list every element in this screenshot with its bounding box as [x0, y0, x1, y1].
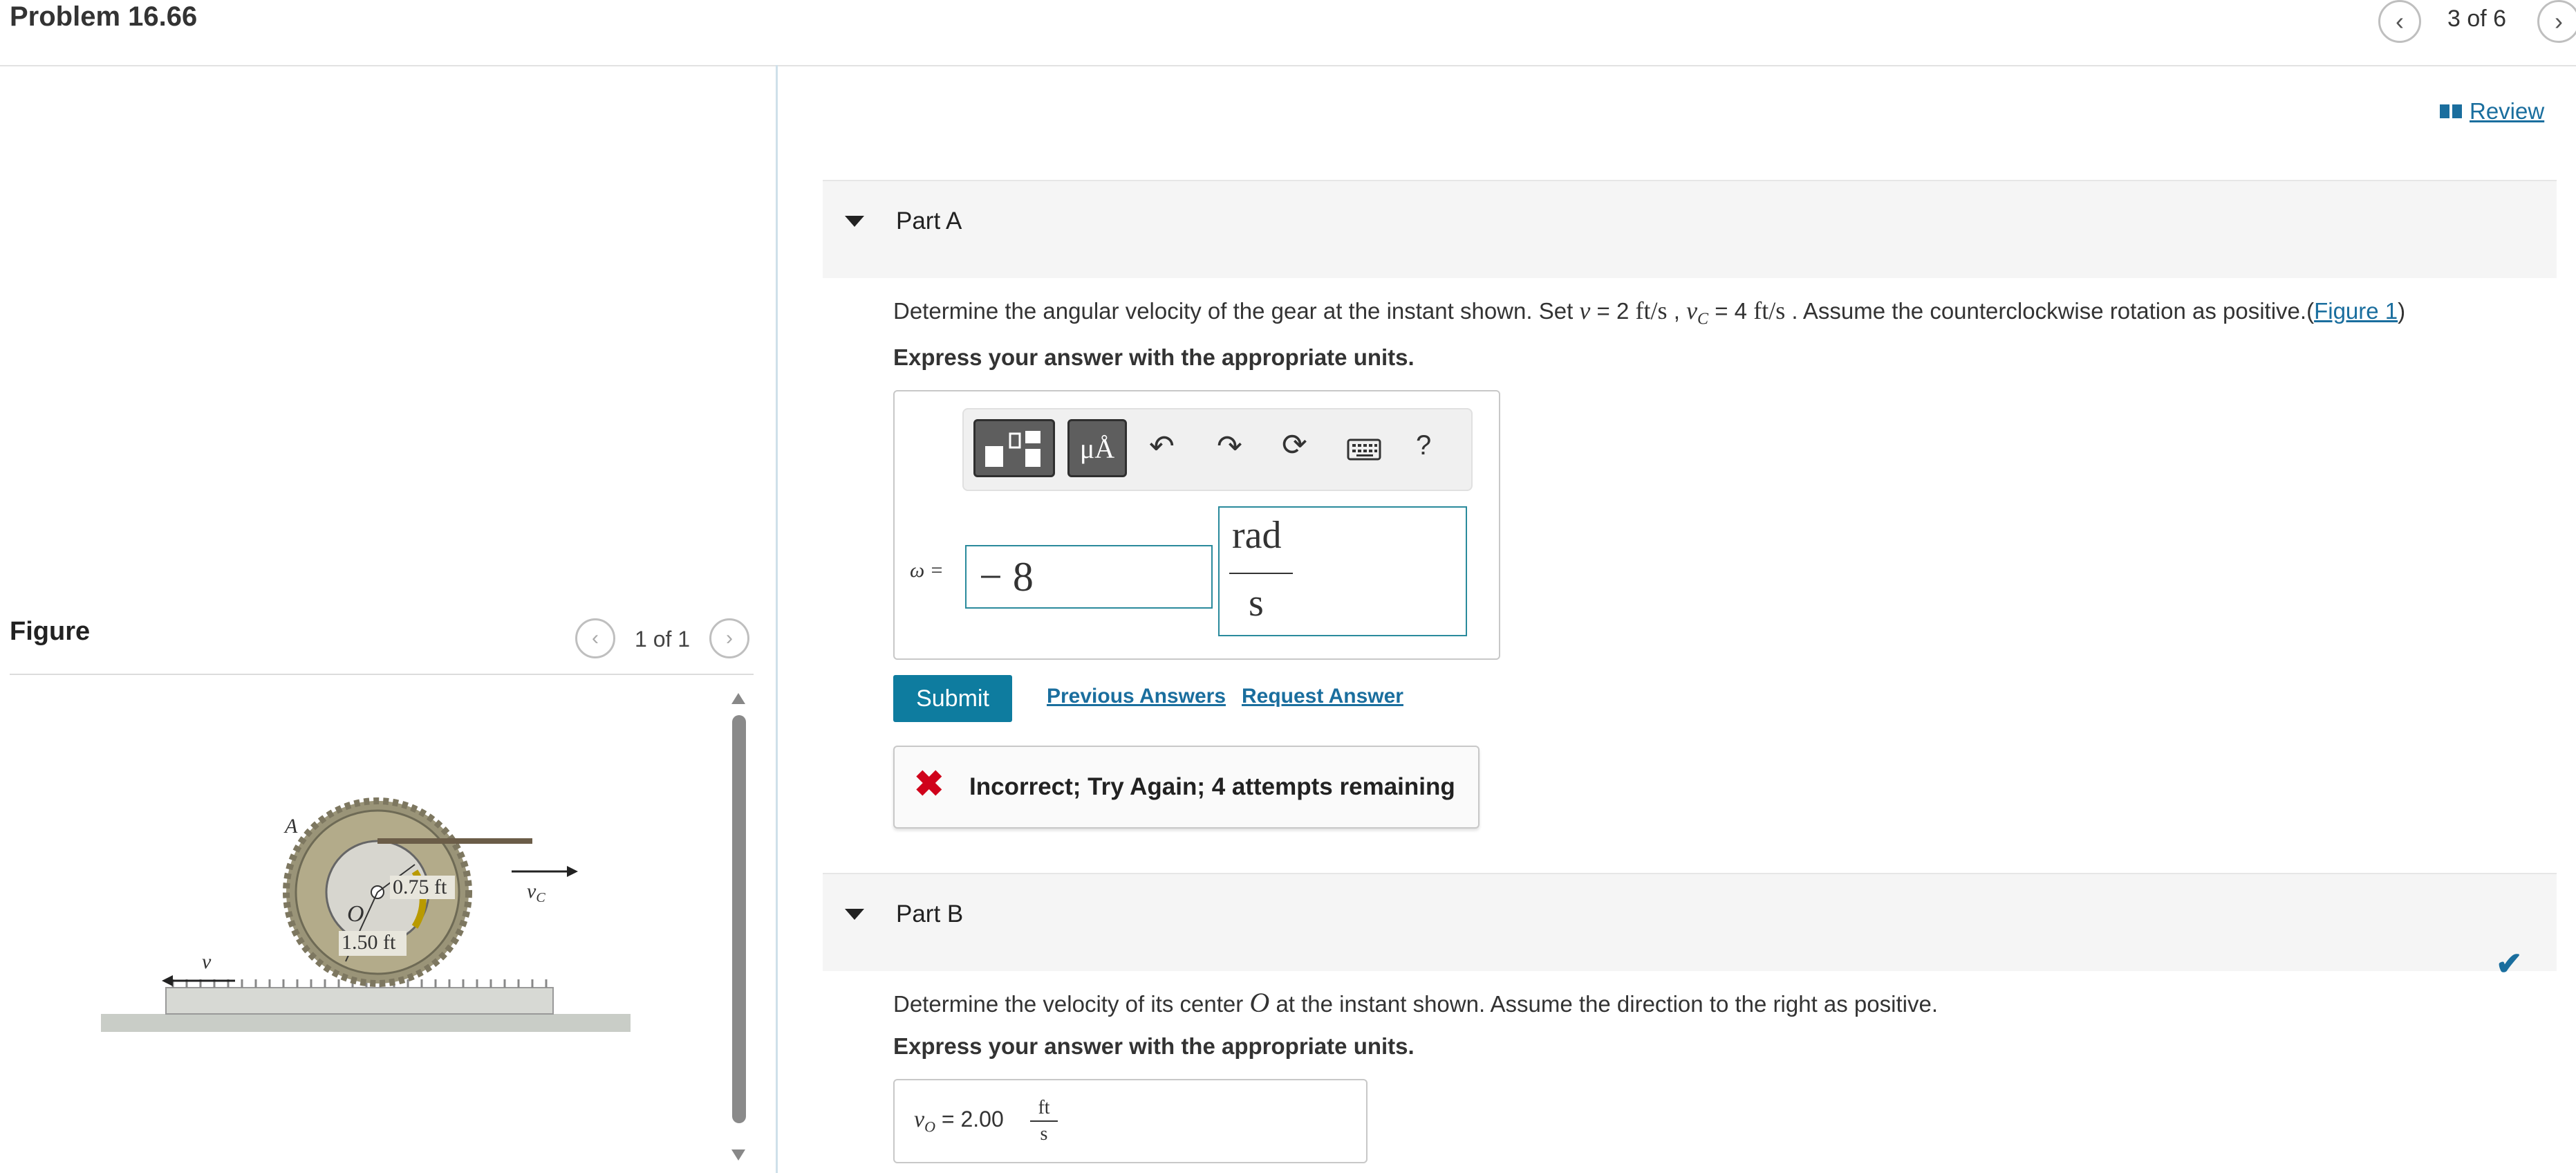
collapse-caret-icon[interactable]: [845, 216, 864, 227]
incorrect-x-icon: ✖: [914, 764, 944, 804]
vc-label: vC: [527, 880, 545, 905]
unit-numerator: rad: [1232, 514, 1282, 557]
part-a-title: Part A: [896, 207, 962, 234]
submit-button[interactable]: Submit: [893, 675, 1012, 722]
request-answer-link[interactable]: Request Answer: [1242, 685, 1403, 708]
ground-slab: [101, 1014, 631, 1032]
v-label: v: [202, 950, 212, 973]
templates-icon: [985, 431, 1040, 467]
part-a-question: Determine the angular velocity of the ge…: [893, 297, 2406, 329]
figure-separator: [10, 674, 754, 675]
figure-1-link[interactable]: Figure 1: [2314, 298, 2398, 324]
part-a-instruction: Express your answer with the appropriate…: [893, 344, 1415, 370]
v-arrowhead: [162, 975, 173, 986]
figure-pager: 1 of 1: [635, 627, 691, 652]
feedback-box: ✖ Incorrect; Try Again; 4 attempts remai…: [893, 746, 1480, 829]
scroll-down-icon[interactable]: [731, 1149, 745, 1161]
chevron-left-icon: ‹: [592, 627, 599, 649]
problem-title: Problem 16.66: [10, 1, 198, 32]
scroll-up-icon[interactable]: [731, 693, 745, 704]
next-problem-button[interactable]: ›: [2537, 0, 2576, 43]
gear-figure: A O 0.75 ft 1.50 ft v vC: [101, 797, 631, 1032]
velocity-unit: ft s: [1030, 1097, 1058, 1145]
scrollbar-thumb[interactable]: [732, 715, 746, 1123]
figure-prev-button[interactable]: ‹: [575, 618, 615, 658]
figure-next-button[interactable]: ›: [709, 618, 749, 658]
velocity-answer: vO = 2.00: [914, 1107, 1004, 1136]
part-b-instruction: Express your answer with the appropriate…: [893, 1033, 1415, 1059]
part-b-title: Part B: [896, 900, 964, 927]
templates-button[interactable]: [973, 419, 1055, 477]
units-icon: μÅ: [1079, 432, 1115, 464]
angular-velocity-input[interactable]: − 8: [965, 545, 1213, 609]
problem-pager: 3 of 6: [2447, 6, 2507, 32]
review-link[interactable]: Review: [2439, 98, 2544, 124]
omega-label: ω =: [910, 559, 944, 582]
math-toolbar: μÅ ↶ ↷ ⟳ ?: [962, 408, 1473, 491]
part-a-header[interactable]: [823, 180, 2557, 278]
header-bar: [0, 0, 2576, 66]
units-button[interactable]: μÅ: [1067, 419, 1127, 477]
previous-problem-button[interactable]: ‹: [2378, 0, 2421, 43]
part-b-question: Determine the velocity of its center O a…: [893, 987, 1938, 1018]
reset-icon[interactable]: ⟳: [1282, 427, 1307, 463]
review-label: Review: [2470, 98, 2545, 124]
previous-answers-link[interactable]: Previous Answers: [1047, 685, 1226, 708]
unit-denominator: s: [1249, 582, 1264, 625]
units-input[interactable]: rad s: [1218, 506, 1467, 636]
part-b-answer-box: vO = 2.00 ft s: [893, 1079, 1368, 1163]
inner-radius-label: 0.75 ft: [393, 876, 447, 898]
part-b-header[interactable]: [823, 873, 2557, 971]
undo-icon[interactable]: ↶: [1149, 429, 1175, 464]
vc-arrowhead: [567, 866, 578, 877]
chevron-right-icon: ›: [2555, 7, 2563, 35]
help-button[interactable]: ?: [1416, 430, 1431, 461]
figure-title: Figure: [10, 617, 91, 646]
fraction-bar: [1229, 573, 1293, 574]
collapse-caret-icon[interactable]: [845, 909, 864, 920]
feedback-text: Incorrect; Try Again; 4 attempts remaini…: [969, 773, 1455, 800]
panel-divider: [776, 65, 778, 1173]
redo-icon[interactable]: ↷: [1217, 429, 1242, 464]
checkmark-icon: ✔: [2496, 945, 2523, 981]
chevron-right-icon: ›: [726, 627, 733, 649]
center-o-label: O: [347, 901, 364, 927]
outer-radius-label: 1.50 ft: [342, 931, 396, 954]
point-a-label: A: [283, 815, 298, 838]
book-icon: [2440, 104, 2462, 118]
chevron-left-icon: ‹: [2396, 7, 2404, 35]
gear-rack: [165, 987, 554, 1015]
keyboard-icon[interactable]: [1347, 437, 1383, 462]
